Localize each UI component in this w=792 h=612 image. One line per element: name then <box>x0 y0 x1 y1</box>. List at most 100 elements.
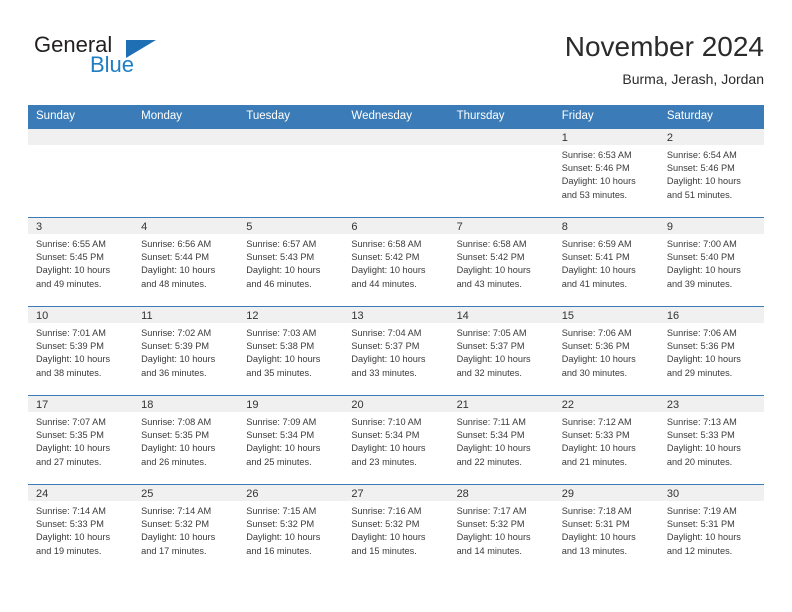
daylight-text: Daylight: 10 hours and 35 minutes. <box>246 354 321 378</box>
day-details: Sunrise: 6:59 AM Sunset: 5:41 PM Daylight:… <box>554 234 659 291</box>
sunrise-text: Sunrise: 7:05 AM <box>456 328 527 338</box>
day-cell[interactable]: 1 Sunrise: 6:53 AM Sunset: 5:46 PM Daylight… <box>553 129 659 217</box>
day-number: 23 <box>658 396 764 412</box>
day-cell[interactable]: 2 Sunrise: 6:54 AM Sunset: 5:46 PM Daylight… <box>658 129 764 217</box>
day-details: Sunrise: 7:12 AM Sunset: 5:33 PM Daylight:… <box>554 412 659 469</box>
sunset-text: Sunset: 5:33 PM <box>666 430 735 441</box>
sunrise-text: Sunrise: 7:16 AM <box>351 506 422 516</box>
day-cell[interactable]: 4 Sunrise: 6:56 AM Sunset: 5:44 PM Daylight… <box>133 218 239 306</box>
day-cell[interactable]: 8 Sunrise: 6:59 AM Sunset: 5:41 PM Daylight… <box>553 218 659 306</box>
day-details: Sunrise: 7:16 AM Sunset: 5:32 PM Daylight:… <box>343 501 448 558</box>
day-details: Sunrise: 7:08 AM Sunset: 5:35 PM Daylight:… <box>133 412 238 469</box>
day-cell-empty <box>133 129 239 217</box>
day-cell[interactable]: 10 Sunrise: 7:01 AM Sunset: 5:39 PM Dayligh… <box>28 307 134 395</box>
day-cell[interactable]: 26 Sunrise: 7:15 AM Sunset: 5:32 PM Dayligh… <box>238 485 344 573</box>
sunset-text: Sunset: 5:31 PM <box>561 519 630 530</box>
weekday-header-row: Sunday Monday Tuesday Wednesday Thursday… <box>28 105 764 128</box>
sunset-text: Sunset: 5:35 PM <box>36 430 104 441</box>
day-cell[interactable]: 22 Sunrise: 7:12 AM Sunset: 5:33 PM Dayligh… <box>553 396 659 484</box>
day-cell[interactable]: 3 Sunrise: 6:55 AM Sunset: 5:45 PM Daylight… <box>28 218 134 306</box>
logo-text-blue: Blue <box>90 52 135 77</box>
daylight-text: Daylight: 10 hours and 17 minutes. <box>141 532 216 556</box>
day-cell[interactable]: 23 Sunrise: 7:13 AM Sunset: 5:33 PM Dayligh… <box>658 396 764 484</box>
calendar-week-row: 1 Sunrise: 6:53 AM Sunset: 5:46 PM Daylight… <box>28 128 764 217</box>
calendar-week-row: 3 Sunrise: 6:55 AM Sunset: 5:45 PM Daylight… <box>28 217 764 306</box>
sunset-text: Sunset: 5:46 PM <box>561 163 630 174</box>
day-number: 12 <box>238 307 344 323</box>
day-cell[interactable]: 27 Sunrise: 7:16 AM Sunset: 5:32 PM Dayligh… <box>343 485 449 573</box>
day-cell[interactable]: 11 Sunrise: 7:02 AM Sunset: 5:39 PM Dayligh… <box>133 307 239 395</box>
sunrise-text: Sunrise: 7:14 AM <box>141 506 212 516</box>
day-cell[interactable]: 5 Sunrise: 6:57 AM Sunset: 5:43 PM Daylight… <box>238 218 344 306</box>
day-cell[interactable]: 19 Sunrise: 7:09 AM Sunset: 5:34 PM Dayligh… <box>238 396 344 484</box>
sunset-text: Sunset: 5:45 PM <box>36 252 104 263</box>
sunset-text: Sunset: 5:37 PM <box>456 341 525 352</box>
weekday-header-sunday: Sunday <box>36 110 76 122</box>
day-number: 7 <box>448 218 554 234</box>
day-details: Sunrise: 6:57 AM Sunset: 5:43 PM Daylight:… <box>238 234 343 291</box>
daylight-text: Daylight: 10 hours and 32 minutes. <box>456 354 531 378</box>
weekday-header-thursday: Thursday <box>456 110 505 122</box>
general-blue-logo[interactable]: General Blue <box>28 30 208 88</box>
sunset-text: Sunset: 5:43 PM <box>246 252 315 263</box>
day-cell[interactable]: 25 Sunrise: 7:14 AM Sunset: 5:32 PM Dayligh… <box>133 485 239 573</box>
sunrise-text: Sunrise: 6:54 AM <box>666 150 737 160</box>
day-number: 8 <box>553 218 659 234</box>
day-cell[interactable]: 20 Sunrise: 7:10 AM Sunset: 5:34 PM Dayligh… <box>343 396 449 484</box>
day-number: 3 <box>28 218 134 234</box>
day-cell[interactable]: 21 Sunrise: 7:11 AM Sunset: 5:34 PM Dayligh… <box>448 396 554 484</box>
sunrise-text: Sunrise: 7:08 AM <box>141 417 212 427</box>
day-cell[interactable]: 30 Sunrise: 7:19 AM Sunset: 5:31 PM Dayligh… <box>658 485 764 573</box>
weekday-header-saturday: Saturday <box>666 110 713 122</box>
sunset-text: Sunset: 5:41 PM <box>561 252 630 263</box>
day-cell[interactable]: 7 Sunrise: 6:58 AM Sunset: 5:42 PM Daylight… <box>448 218 554 306</box>
day-cell[interactable]: 6 Sunrise: 6:58 AM Sunset: 5:42 PM Daylight… <box>343 218 449 306</box>
day-cell[interactable]: 12 Sunrise: 7:03 AM Sunset: 5:38 PM Dayligh… <box>238 307 344 395</box>
sunrise-text: Sunrise: 6:58 AM <box>456 239 527 249</box>
day-cell[interactable]: 15 Sunrise: 7:06 AM Sunset: 5:36 PM Dayligh… <box>553 307 659 395</box>
calendar-week-row: 24 Sunrise: 7:14 AM Sunset: 5:33 PM Dayligh… <box>28 484 764 573</box>
sunrise-text: Sunrise: 6:59 AM <box>561 239 632 249</box>
day-cell[interactable]: 29 Sunrise: 7:18 AM Sunset: 5:31 PM Dayligh… <box>553 485 659 573</box>
daylight-text: Daylight: 10 hours and 23 minutes. <box>351 443 426 467</box>
sunset-text: Sunset: 5:31 PM <box>666 519 735 530</box>
daylight-text: Daylight: 10 hours and 14 minutes. <box>456 532 531 556</box>
daylight-text: Daylight: 10 hours and 21 minutes. <box>561 443 636 467</box>
day-details: Sunrise: 6:56 AM Sunset: 5:44 PM Daylight:… <box>133 234 238 291</box>
sunset-text: Sunset: 5:39 PM <box>141 341 210 352</box>
day-details: Sunrise: 7:03 AM Sunset: 5:38 PM Daylight:… <box>238 323 343 380</box>
day-cell[interactable]: 17 Sunrise: 7:07 AM Sunset: 5:35 PM Dayligh… <box>28 396 134 484</box>
day-details: Sunrise: 7:15 AM Sunset: 5:32 PM Daylight:… <box>238 501 343 558</box>
sunrise-text: Sunrise: 7:06 AM <box>666 328 737 338</box>
sunrise-text: Sunrise: 6:58 AM <box>351 239 422 249</box>
day-cell[interactable]: 18 Sunrise: 7:08 AM Sunset: 5:35 PM Dayligh… <box>133 396 239 484</box>
day-details: Sunrise: 7:19 AM Sunset: 5:31 PM Daylight:… <box>659 501 764 558</box>
day-details: Sunrise: 7:11 AM Sunset: 5:34 PM Daylight:… <box>449 412 554 469</box>
weekday-header-friday: Friday <box>561 110 594 122</box>
day-cell[interactable]: 13 Sunrise: 7:04 AM Sunset: 5:37 PM Dayligh… <box>343 307 449 395</box>
day-details: Sunrise: 6:58 AM Sunset: 5:42 PM Daylight:… <box>449 234 554 291</box>
daylight-text: Daylight: 10 hours and 51 minutes. <box>666 176 741 200</box>
day-cell[interactable]: 9 Sunrise: 7:00 AM Sunset: 5:40 PM Daylight… <box>658 218 764 306</box>
daylight-text: Daylight: 10 hours and 48 minutes. <box>141 265 216 289</box>
day-cell-empty <box>238 129 344 217</box>
day-number <box>238 129 344 145</box>
sunrise-text: Sunrise: 7:18 AM <box>561 506 632 516</box>
day-cell-empty <box>28 129 134 217</box>
sunset-text: Sunset: 5:36 PM <box>666 341 735 352</box>
sunset-text: Sunset: 5:32 PM <box>246 519 315 530</box>
day-number: 4 <box>133 218 239 234</box>
sunrise-text: Sunrise: 7:03 AM <box>246 328 317 338</box>
sunset-text: Sunset: 5:34 PM <box>246 430 315 441</box>
day-cell[interactable]: 24 Sunrise: 7:14 AM Sunset: 5:33 PM Dayligh… <box>28 485 134 573</box>
sunset-text: Sunset: 5:38 PM <box>246 341 315 352</box>
day-details: Sunrise: 7:01 AM Sunset: 5:39 PM Daylight:… <box>28 323 133 380</box>
sunrise-text: Sunrise: 6:53 AM <box>561 150 632 160</box>
daylight-text: Daylight: 10 hours and 16 minutes. <box>246 532 321 556</box>
day-cell[interactable]: 14 Sunrise: 7:05 AM Sunset: 5:37 PM Dayligh… <box>448 307 554 395</box>
day-cell[interactable]: 16 Sunrise: 7:06 AM Sunset: 5:36 PM Dayligh… <box>658 307 764 395</box>
sunset-text: Sunset: 5:42 PM <box>456 252 525 263</box>
day-cell[interactable]: 28 Sunrise: 7:17 AM Sunset: 5:32 PM Dayligh… <box>448 485 554 573</box>
day-number: 17 <box>28 396 134 412</box>
day-number: 9 <box>658 218 764 234</box>
